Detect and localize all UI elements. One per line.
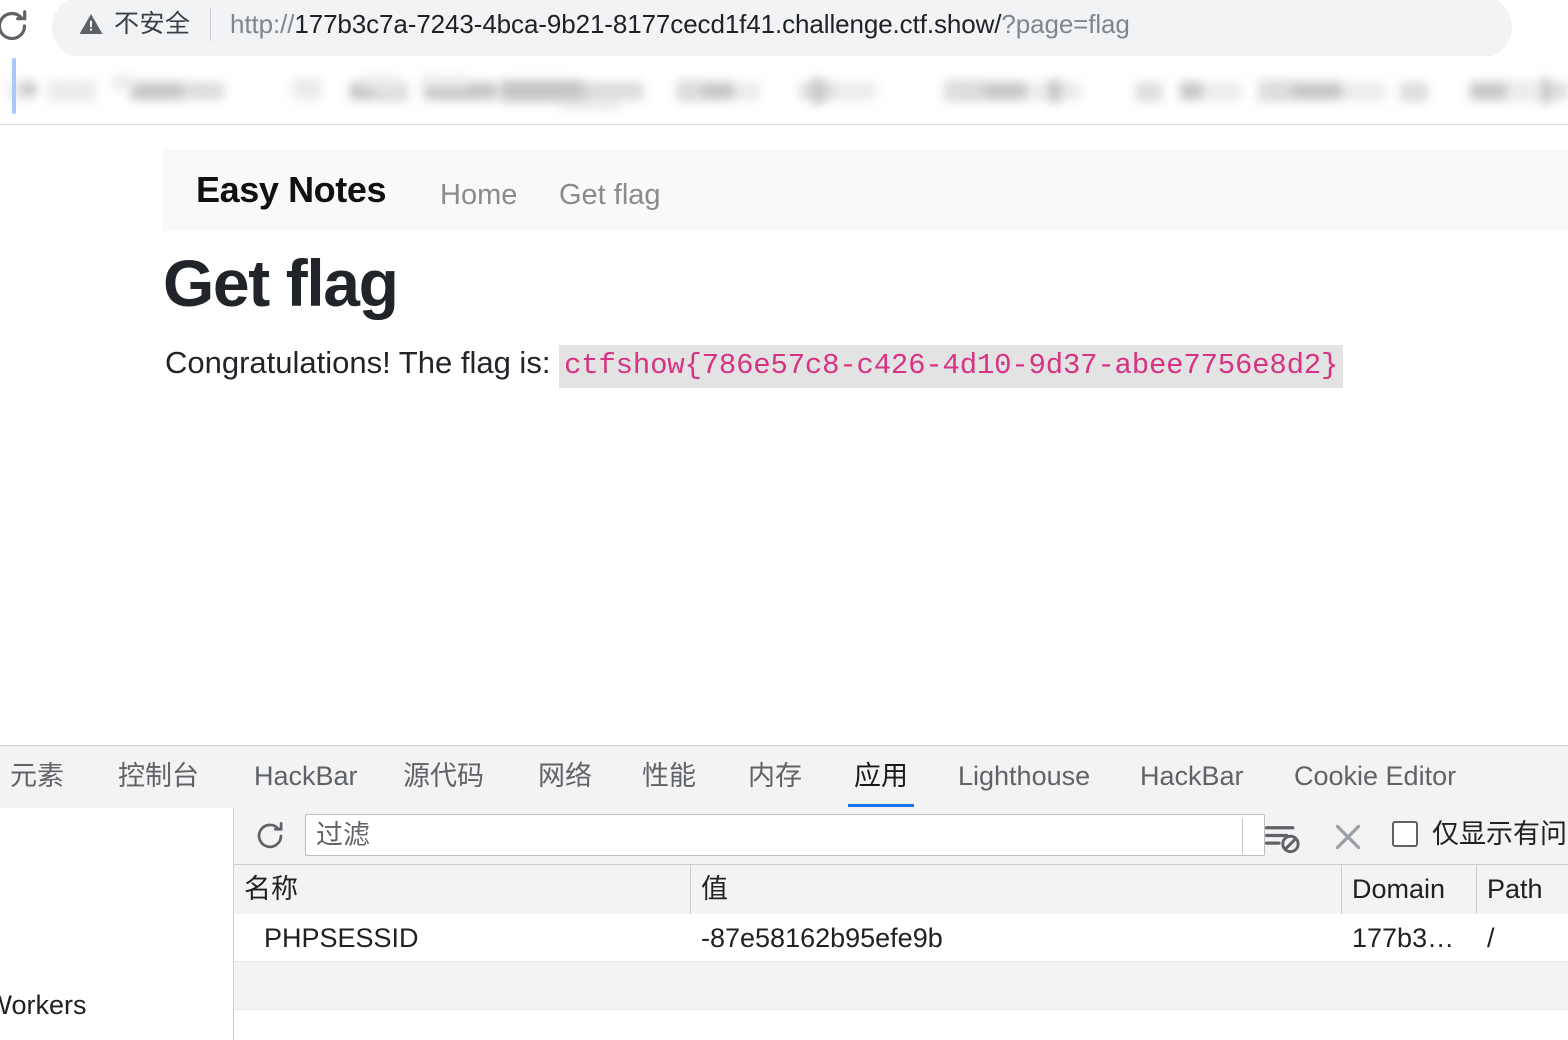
devtools-tab-cookie-editor[interactable]: Cookie Editor [1280,746,1470,807]
devtools-tab-elements[interactable]: 元素 [0,746,78,807]
devtools-tab-console[interactable]: 控制台 [104,746,213,807]
cookies-table: 名称 值 Domain Path PHPSESSID -87e58162b95e… [234,865,1568,1040]
flag-code[interactable]: ctfshow{786e57c8-c426-4d10-9d37-abee7756… [559,345,1344,388]
column-header-name[interactable]: 名称 [234,865,690,914]
row-divider-1 [234,961,1568,962]
column-header-value[interactable]: 值 [691,865,1341,914]
browser-chrome: 不安全 http://177b3c7a-7243-4bca-9b21-8177c… [0,0,1568,125]
filter-input[interactable] [305,814,1265,856]
bookmarks-bar[interactable] [0,56,1568,125]
clear-filter-icon[interactable] [1262,818,1302,856]
security-status-label[interactable]: 不安全 [114,4,191,44]
reload-icon[interactable] [0,6,32,46]
devtools-tabbar: 元素 控制台 HackBar 源代码 网络 性能 内存 应用 Lighthous… [0,746,1568,809]
devtools-panel: 元素 控制台 HackBar 源代码 网络 性能 内存 应用 Lighthous… [0,745,1568,1040]
table-row-empty-2[interactable] [234,1010,1568,1040]
column-header-path[interactable]: Path [1477,865,1568,914]
devtools-tab-hackbar-2[interactable]: HackBar [1126,746,1258,807]
screenshot-root: 不安全 http://177b3c7a-7243-4bca-9b21-8177c… [0,0,1568,1040]
only-show-issues-checkbox[interactable] [1392,821,1418,847]
devtools-body: e Workers [0,808,1568,1040]
nav-link-home[interactable]: Home [440,179,517,212]
url-query: ?page=flag [1001,9,1130,39]
flag-message: Congratulations! The flag is: ctfshow{78… [165,340,1344,389]
devtools-main: 仅显示有问… 名称 值 Domain Path PHPSESSID -87e58… [234,808,1568,1040]
table-row[interactable]: PHPSESSID -87e58162b95efe9b 177b3… / [234,914,1568,962]
warning-triangle-icon[interactable] [78,11,104,37]
only-show-issues-label[interactable]: 仅显示有问… [1432,815,1568,853]
column-header-domain[interactable]: Domain [1342,865,1476,914]
table-row-empty-1[interactable] [234,962,1568,1010]
page-title: Get flag [163,246,399,320]
devtools-tab-lighthouse[interactable]: Lighthouse [944,746,1104,807]
site-navbar: Easy Notes Home Get flag [163,149,1568,231]
cell-cookie-path: / [1487,923,1495,953]
devtools-tab-performance[interactable]: 性能 [628,746,710,807]
devtools-tab-hackbar[interactable]: HackBar [240,746,372,807]
devtools-sidebar: e Workers [0,808,234,1040]
devtools-tab-memory[interactable]: 内存 [734,746,816,807]
cookies-toolbar: 仅显示有问… [234,808,1568,865]
sidebar-item-service-workers[interactable]: e Workers [0,990,87,1021]
navbar-brand[interactable]: Easy Notes [196,169,387,211]
bookmarks-blurred-content [0,56,1568,125]
active-tab-indicator [12,58,16,114]
omnibox-row: 不安全 http://177b3c7a-7243-4bca-9b21-8177c… [0,0,1568,58]
devtools-tab-application[interactable]: 应用 [840,746,922,807]
clear-all-cookies-icon[interactable] [1327,816,1369,858]
toolbar-divider [1242,818,1243,854]
nav-link-get-flag[interactable]: Get flag [559,179,661,212]
flag-message-prefix: Congratulations! The flag is: [165,345,551,380]
devtools-tab-network[interactable]: 网络 [524,746,606,807]
devtools-tab-sources[interactable]: 源代码 [389,746,498,807]
cell-cookie-domain: 177b3… [1352,923,1455,953]
omnibox-divider [210,8,211,41]
cell-cookie-value: -87e58162b95efe9b [701,923,943,953]
url-host: 177b3c7a-7243-4bca-9b21-8177cecd1f41.cha… [294,9,1002,39]
url-scheme: http:// [230,9,295,39]
page-viewport: Easy Notes Home Get flag Get flag Congra… [0,125,1568,745]
url-text[interactable]: http://177b3c7a-7243-4bca-9b21-8177cecd1… [230,4,1130,44]
refresh-icon[interactable] [252,818,288,854]
cell-cookie-name: PHPSESSID [264,923,419,953]
row-divider-2 [234,1009,1568,1010]
